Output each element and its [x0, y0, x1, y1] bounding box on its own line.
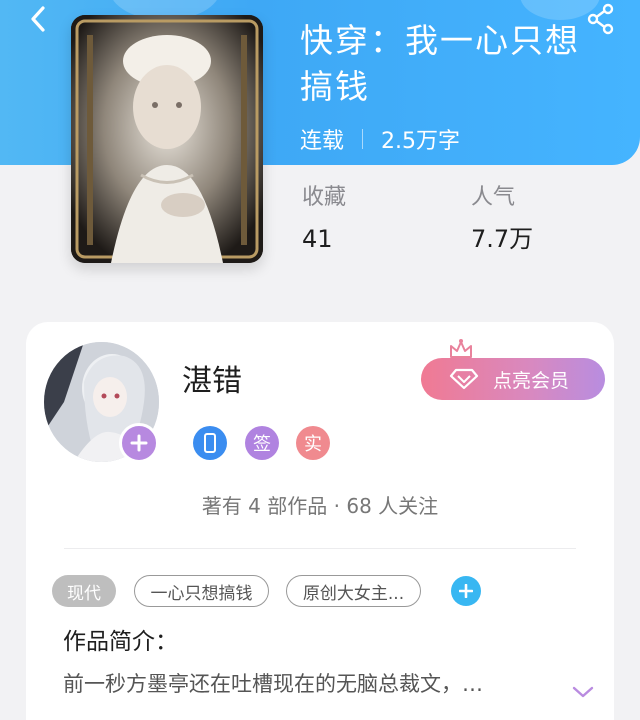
intro-text: 前一秒方墨亭还在吐槽现在的无脑总裁文，…: [63, 672, 483, 696]
stat-label: 收藏: [302, 185, 347, 210]
book-cover-art: [71, 15, 263, 263]
plus-icon: [130, 434, 148, 452]
verified-badge-text: 实: [304, 434, 322, 455]
book-cover[interactable]: [71, 15, 263, 263]
stat-favorites: 收藏 41: [302, 183, 346, 259]
word-count: 2.5万字: [381, 129, 461, 154]
tag-item[interactable]: 一心只想搞钱: [134, 575, 269, 607]
author-works-summary: 著有 4 部作品 · 68 人关注: [201, 494, 439, 518]
phone-badge-icon[interactable]: [193, 426, 227, 460]
sign-badge-icon[interactable]: 签: [245, 426, 279, 460]
tag-label: 现代: [67, 583, 101, 604]
tag-label: 原创大女主...: [302, 583, 405, 604]
stat-label: 人气: [471, 185, 516, 210]
stat-popularity: 人气 7.7万: [471, 183, 533, 259]
stat-value: 41: [302, 225, 333, 253]
verified-badge-icon[interactable]: 实: [296, 426, 330, 460]
serial-status: 连载: [300, 129, 345, 154]
add-tag-button[interactable]: [451, 576, 481, 606]
expand-intro-button[interactable]: [571, 684, 595, 704]
phone-icon: [204, 433, 216, 453]
vip-button-label: 点亮会员: [493, 369, 570, 392]
tag-label: 一心只想搞钱: [150, 583, 253, 604]
chevron-left-icon: [31, 6, 45, 32]
stat-value: 7.7万: [471, 225, 534, 253]
author-name[interactable]: 湛错: [182, 356, 242, 400]
tag-item[interactable]: 现代: [52, 575, 116, 607]
tag-item[interactable]: 原创大女主...: [286, 575, 421, 607]
book-title: 快穿：我一心只想搞钱: [300, 21, 580, 106]
sign-badge-text: 签: [253, 434, 271, 455]
plus-icon: [459, 584, 473, 598]
diamond-icon: [449, 368, 479, 390]
book-status-row: 连载 2.5万字: [300, 122, 460, 156]
intro-title: 作品简介：: [63, 629, 178, 655]
vip-button[interactable]: 点亮会员: [421, 358, 605, 400]
status-divider: [362, 129, 364, 149]
back-button[interactable]: [22, 2, 56, 36]
divider: [64, 548, 576, 549]
chevron-down-icon: [572, 686, 594, 698]
follow-author-button[interactable]: [119, 423, 159, 463]
